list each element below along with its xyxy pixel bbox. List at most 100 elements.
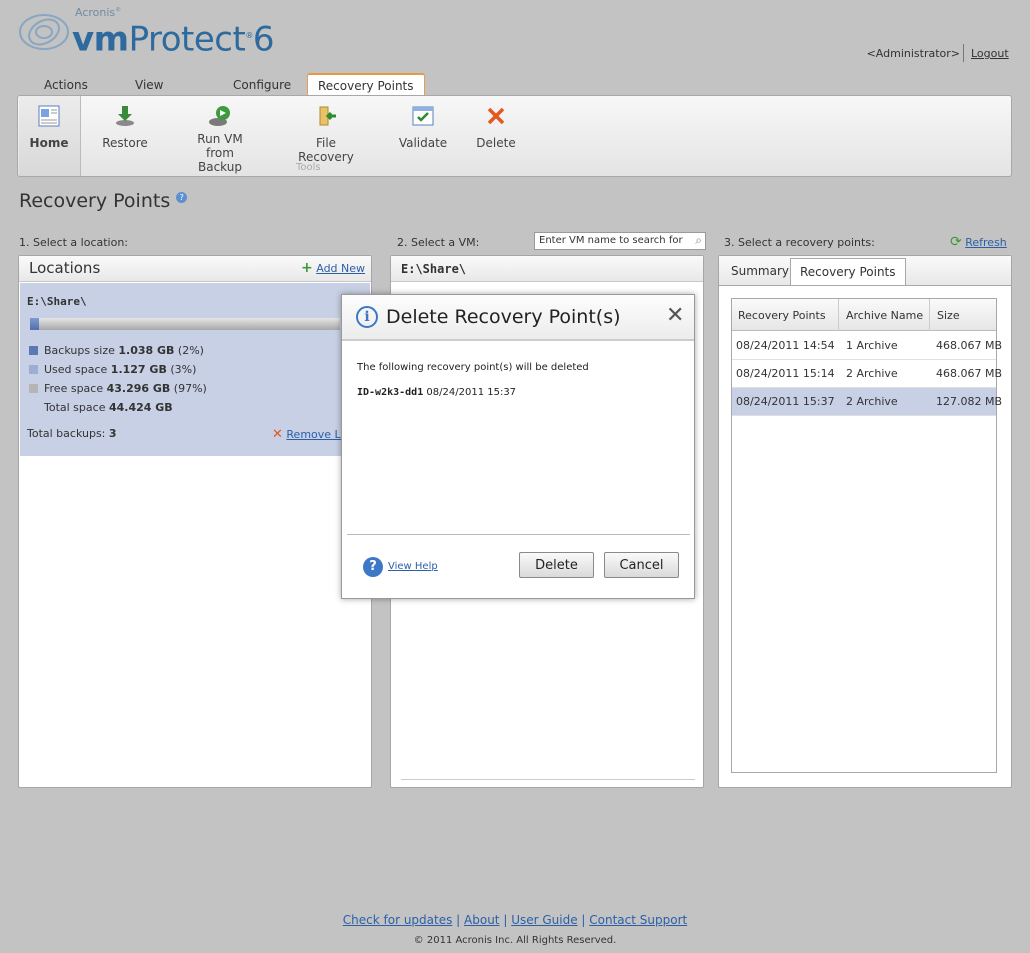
step-select-recovery: 3. Select a recovery points: [724, 236, 875, 249]
contact-support-link[interactable]: Contact Support [589, 913, 687, 927]
usage-bar [30, 318, 340, 330]
run-vm-label-1: Run VM [197, 132, 243, 146]
remove-icon: ✕ [272, 427, 283, 442]
cell-size: 127.082 MB [936, 395, 1003, 408]
total-backups: Total backups: 3 [27, 427, 117, 440]
step-select-location: 1. Select a location: [19, 236, 129, 249]
tab-summary[interactable]: Summary [722, 258, 798, 284]
table-header: Recovery Points Archive Name Size [732, 299, 996, 331]
validate-icon [412, 106, 434, 126]
run-vm-label-2: from Backup [198, 146, 242, 174]
page-title: Recovery Points ? [19, 190, 188, 212]
legend-free: Free space 43.296 GB (97%) [29, 382, 207, 395]
tab-actions[interactable]: Actions [34, 74, 98, 96]
remove-location[interactable]: ✕ Remove Lo [272, 427, 342, 442]
search-icon[interactable]: ⌕ [695, 233, 702, 248]
copyright: © 2011 Acronis Inc. All Rights Reserved. [413, 935, 617, 946]
about-link[interactable]: About [464, 913, 499, 927]
refresh-icon: ⟳ [950, 234, 962, 250]
page-title-text: Recovery Points [19, 190, 171, 212]
file-recovery-button[interactable]: File Recovery [288, 104, 364, 164]
used-swatch [29, 365, 38, 374]
vm-search-input[interactable]: Enter VM name to search for ⌕ [534, 232, 706, 250]
close-icon[interactable]: ✕ [666, 304, 684, 328]
add-new-location[interactable]: + Add New [301, 260, 365, 276]
validate-label: Validate [398, 136, 448, 150]
item-date: 08/24/2011 15:37 [423, 387, 517, 398]
home-label: Home [29, 136, 69, 150]
restore-label: Restore [102, 136, 148, 150]
cell-date: 08/24/2011 15:14 [736, 367, 835, 380]
cell-size: 468.067 MB [936, 339, 1003, 352]
current-user: <Administrator> [866, 47, 960, 60]
tab-recovery-points[interactable]: Recovery Points [307, 73, 425, 96]
backups-swatch [29, 346, 38, 355]
restore-button[interactable]: Restore [100, 104, 150, 150]
help-circle-icon[interactable]: ? [363, 557, 383, 577]
dialog-title: Delete Recovery Point(s) [386, 306, 621, 328]
refresh-control[interactable]: ⟳ Refresh [950, 234, 1007, 250]
header-separator [963, 44, 964, 62]
column-recovery-points[interactable]: Recovery Points [738, 309, 826, 322]
home-button[interactable]: Home [19, 96, 81, 176]
run-vm-icon [209, 106, 230, 126]
delete-label: Delete [476, 136, 516, 150]
table-row[interactable]: 08/24/2011 15:14 2 Archive 468.067 MB [732, 360, 1002, 388]
plus-icon: + [301, 260, 313, 276]
dialog-header: i Delete Recovery Point(s) ✕ [342, 295, 694, 341]
item-id: ID-w2k3-dd1 [357, 387, 424, 398]
tab-view[interactable]: View [125, 74, 173, 96]
column-size[interactable]: Size [937, 309, 960, 322]
location-path: E:\Share\ [27, 295, 87, 308]
run-vm-button[interactable]: Run VM from Backup [184, 104, 256, 174]
add-new-link[interactable]: Add New [316, 262, 365, 275]
home-icon [38, 105, 60, 127]
file-recovery-label: File Recovery [298, 136, 354, 164]
locations-header: Locations + Add New [19, 256, 371, 282]
validate-button[interactable]: Validate [396, 104, 450, 150]
cell-archive: 2 Archive [846, 367, 898, 380]
dialog-message: The following recovery point(s) will be … [357, 362, 589, 373]
view-help-link[interactable]: View Help [388, 561, 438, 572]
recovery-points-table: Recovery Points Archive Name Size 08/24/… [731, 298, 1002, 773]
vm-path: E:\Share\ [401, 262, 467, 276]
tab-recovery-points-list[interactable]: Recovery Points [790, 258, 906, 285]
product-name: vmProtect®6 [72, 19, 274, 60]
cell-date: 08/24/2011 15:37 [736, 395, 835, 408]
table-row[interactable]: 08/24/2011 14:54 1 Archive 468.067 MB [732, 332, 1002, 360]
locations-title: Locations [29, 259, 101, 277]
delete-button[interactable]: Delete [476, 104, 516, 150]
column-archive-name[interactable]: Archive Name [846, 309, 923, 322]
usage-bar-fill [30, 318, 40, 330]
legend-backups: Backups size 1.038 GB (2%) [29, 344, 204, 357]
footer-links: Check for updates | About | User Guide |… [342, 913, 688, 927]
check-updates-link[interactable]: Check for updates [343, 913, 453, 927]
total-space: Total space 44.424 GB [44, 401, 173, 414]
delete-icon [487, 107, 505, 125]
cell-archive: 1 Archive [846, 339, 898, 352]
info-icon: i [356, 306, 378, 328]
help-icon[interactable]: ? [176, 191, 188, 203]
legend-used: Used space 1.127 GB (3%) [29, 363, 196, 376]
free-swatch [29, 384, 38, 393]
dialog-cancel-button[interactable]: Cancel [604, 552, 679, 578]
user-guide-link[interactable]: User Guide [511, 913, 577, 927]
logout-link[interactable]: Logout [971, 47, 1009, 60]
dialog-delete-button[interactable]: Delete [519, 552, 594, 578]
file-recovery-icon [319, 106, 336, 126]
cell-size: 468.067 MB [936, 367, 1003, 380]
tab-configure[interactable]: Configure [223, 74, 301, 96]
remove-location-link[interactable]: Remove Lo [286, 428, 342, 441]
table-row-selected[interactable]: 08/24/2011 15:37 2 Archive 127.082 MB [732, 388, 1002, 416]
refresh-link[interactable]: Refresh [965, 236, 1007, 249]
tools-group-label: Tools [296, 162, 321, 173]
restore-icon [116, 106, 134, 126]
vm-panel-header: E:\Share\ [391, 256, 703, 282]
acronis-logo-icon [19, 14, 69, 50]
delete-recovery-dialog: i Delete Recovery Point(s) ✕ The followi… [341, 294, 695, 599]
vm-panel-divider [401, 779, 695, 780]
dialog-item: ID-w2k3-dd1 08/24/2011 15:37 [357, 387, 516, 398]
step-select-vm: 2. Select a VM: [397, 236, 480, 249]
cell-date: 08/24/2011 14:54 [736, 339, 835, 352]
dialog-divider [347, 534, 690, 535]
